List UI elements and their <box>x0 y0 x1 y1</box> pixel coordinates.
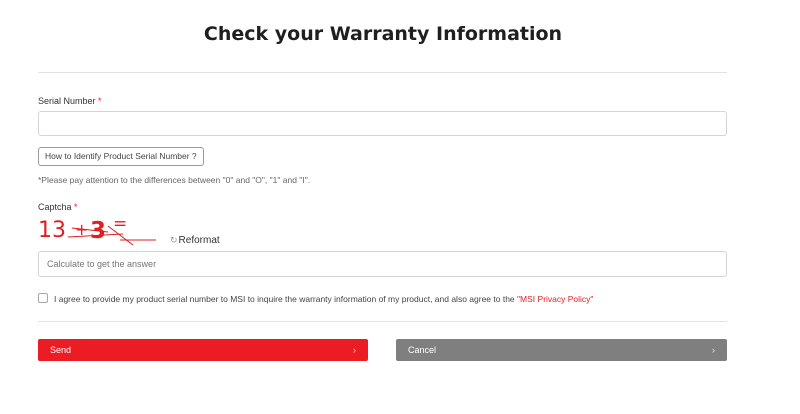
captcha-answer-input[interactable] <box>38 251 727 277</box>
cancel-button-label: Cancel <box>408 345 437 355</box>
serial-help-button[interactable]: How to Identify Product Serial Number ? <box>38 147 204 166</box>
refresh-icon: ↻ <box>170 235 178 245</box>
send-button-label: Send <box>50 345 72 355</box>
page-title: Check your Warranty Information <box>203 23 563 45</box>
serial-number-input[interactable] <box>38 111 727 136</box>
cancel-button[interactable]: Cancel › <box>396 339 727 361</box>
required-mark: * <box>74 202 78 212</box>
serial-number-label: Serial Number * <box>38 96 102 106</box>
bottom-divider <box>38 321 727 322</box>
chevron-right-icon: › <box>353 345 356 355</box>
top-divider <box>38 72 727 73</box>
privacy-policy-link[interactable]: "MSI Privacy Policy" <box>517 294 593 304</box>
send-button[interactable]: Send › <box>38 339 368 361</box>
reformat-button[interactable]: ↻Reformat <box>170 235 220 246</box>
chevron-right-icon: › <box>712 345 715 355</box>
agreement-checkbox[interactable] <box>38 293 48 303</box>
reformat-label: Reformat <box>178 235 220 246</box>
captcha-image: 13 + 3 = <box>38 214 156 246</box>
required-mark: * <box>98 96 102 106</box>
captcha-label: Captcha * <box>38 202 78 212</box>
serial-note: *Please pay attention to the differences… <box>38 175 311 185</box>
agreement-text: I agree to provide my product serial num… <box>54 294 515 304</box>
serial-number-label-text: Serial Number <box>38 96 96 106</box>
captcha-label-text: Captcha <box>38 202 72 212</box>
captcha-digits-1: 13 <box>38 218 66 243</box>
agreement-row: I agree to provide my product serial num… <box>38 293 593 304</box>
